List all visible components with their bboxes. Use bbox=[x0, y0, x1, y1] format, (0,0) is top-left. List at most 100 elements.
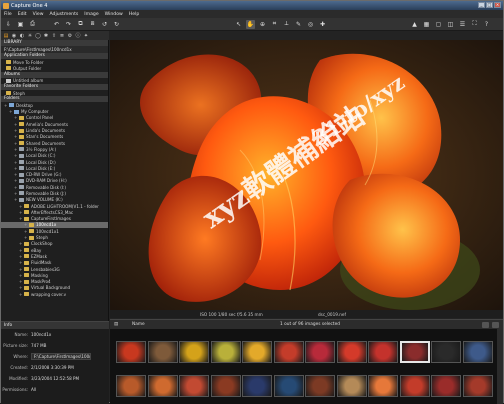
output-tab-icon[interactable]: ⇪ bbox=[51, 33, 57, 39]
pointer-icon[interactable]: ↖ bbox=[234, 20, 243, 29]
expand-icon[interactable]: + bbox=[14, 166, 18, 171]
fullscreen-icon[interactable]: ⛶ bbox=[470, 20, 479, 29]
hand-icon[interactable]: ✋ bbox=[246, 19, 255, 29]
expand-icon[interactable]: + bbox=[19, 254, 23, 259]
expand-icon[interactable]: + bbox=[19, 273, 23, 278]
spot-icon[interactable]: ✚ bbox=[318, 20, 327, 29]
expand-icon[interactable]: + bbox=[24, 235, 28, 240]
info-where-field[interactable]: F:\Capture\FirstImages\100ncd1x bbox=[31, 353, 91, 360]
thumbnail[interactable] bbox=[273, 375, 304, 397]
help-icon[interactable]: ? bbox=[482, 20, 491, 29]
thumbnail[interactable] bbox=[305, 341, 335, 363]
expand-icon[interactable]: + bbox=[4, 103, 8, 108]
thumbnail[interactable] bbox=[336, 375, 367, 397]
thumbnail[interactable] bbox=[179, 341, 209, 363]
menu-adjustments[interactable]: Adjustments bbox=[50, 12, 79, 17]
thumbnail[interactable] bbox=[116, 341, 146, 363]
expand-icon[interactable]: + bbox=[14, 122, 18, 127]
expand-icon[interactable]: + bbox=[14, 185, 18, 190]
expand-icon[interactable]: + bbox=[24, 222, 28, 227]
expand-icon[interactable]: + bbox=[14, 197, 18, 202]
paste-icon[interactable]: ⧈ bbox=[88, 20, 97, 29]
thumbnail[interactable] bbox=[242, 375, 272, 397]
current-path[interactable]: F:\Capture\FirstImages\100ncd1x bbox=[1, 46, 108, 53]
zoom-icon[interactable]: ⊕ bbox=[258, 20, 267, 29]
close-button[interactable]: × bbox=[494, 2, 501, 8]
rotate-left-icon[interactable]: ↶ bbox=[52, 20, 61, 29]
batch-tab-icon[interactable]: ≣ bbox=[59, 33, 65, 39]
thumbnail[interactable] bbox=[399, 341, 430, 363]
thumbnail[interactable] bbox=[368, 375, 398, 397]
save-icon[interactable]: ▣ bbox=[16, 20, 25, 29]
single-view-icon[interactable]: ▢ bbox=[434, 20, 443, 29]
menu-image[interactable]: Image bbox=[84, 12, 98, 17]
thumbnail[interactable] bbox=[399, 375, 430, 397]
expand-icon[interactable]: + bbox=[19, 285, 23, 290]
capture-tab-icon[interactable]: ◉ bbox=[11, 33, 17, 39]
print-icon[interactable]: ⎙ bbox=[28, 20, 37, 29]
thumbnail[interactable] bbox=[116, 375, 146, 397]
thumbnail[interactable] bbox=[242, 341, 272, 363]
rotate-right-icon[interactable]: ↷ bbox=[64, 20, 73, 29]
expand-icon[interactable]: + bbox=[14, 141, 18, 146]
loupe-icon[interactable]: ◎ bbox=[306, 20, 315, 29]
quick-tab-icon[interactable]: ✦ bbox=[83, 33, 89, 39]
thumbnail-size-icon[interactable] bbox=[492, 321, 499, 328]
expand-icon[interactable]: + bbox=[19, 204, 23, 209]
thumbnail[interactable] bbox=[147, 375, 178, 397]
grid-view-icon[interactable]: ▦ bbox=[422, 20, 431, 29]
expand-icon[interactable]: + bbox=[14, 147, 18, 152]
expand-icon[interactable]: + bbox=[19, 279, 23, 284]
straighten-icon[interactable]: ⟂ bbox=[282, 20, 291, 29]
menu-help[interactable]: Help bbox=[129, 12, 139, 17]
exposure-tab-icon[interactable]: ☀ bbox=[27, 33, 33, 39]
thumbnail[interactable] bbox=[431, 341, 461, 363]
expand-icon[interactable]: + bbox=[14, 115, 18, 120]
warning-icon[interactable]: ▲ bbox=[410, 20, 419, 29]
copy-icon[interactable]: ⧉ bbox=[76, 20, 85, 29]
info-header[interactable]: Info bbox=[1, 322, 109, 329]
thumbnail[interactable] bbox=[210, 341, 241, 363]
expand-icon[interactable]: + bbox=[14, 191, 18, 196]
menu-view[interactable]: View bbox=[33, 12, 44, 17]
expand-icon[interactable]: + bbox=[19, 216, 23, 221]
undo-icon[interactable]: ↺ bbox=[100, 20, 109, 29]
thumbnail[interactable] bbox=[462, 375, 493, 397]
thumbnail[interactable] bbox=[462, 341, 493, 363]
compare-view-icon[interactable]: ◫ bbox=[446, 20, 455, 29]
expand-icon[interactable]: + bbox=[14, 134, 18, 139]
sort-icon[interactable]: ▤ bbox=[114, 322, 118, 327]
thumbnail[interactable] bbox=[147, 341, 178, 363]
sort-dropdown[interactable]: Name bbox=[132, 322, 145, 327]
image-viewer[interactable]: xyz軟體補給站 31-to/xyz bbox=[110, 40, 503, 310]
expand-icon[interactable]: + bbox=[19, 267, 23, 272]
expand-icon[interactable]: + bbox=[19, 260, 23, 265]
thumbnail[interactable] bbox=[179, 375, 209, 397]
expand-icon[interactable]: + bbox=[14, 153, 18, 158]
menu-file[interactable]: File bbox=[4, 12, 12, 17]
lens-tab-icon[interactable]: ◯ bbox=[35, 33, 41, 39]
maximize-button[interactable]: □ bbox=[486, 2, 493, 8]
expand-icon[interactable]: + bbox=[9, 109, 13, 114]
thumbnail[interactable] bbox=[305, 375, 335, 397]
expand-icon[interactable]: + bbox=[19, 241, 23, 246]
minimize-button[interactable]: _ bbox=[478, 2, 485, 8]
library-tab-icon[interactable]: ▤ bbox=[3, 33, 9, 39]
browser-scrollbar[interactable] bbox=[497, 329, 503, 404]
thumbnail[interactable] bbox=[273, 341, 304, 363]
import-icon[interactable]: ⇩ bbox=[4, 20, 13, 29]
filter-icon[interactable] bbox=[482, 321, 489, 328]
crop-icon[interactable]: ⌗ bbox=[270, 20, 279, 29]
expand-icon[interactable]: + bbox=[14, 178, 18, 183]
menu-window[interactable]: Window bbox=[105, 12, 123, 17]
thumbnail[interactable] bbox=[431, 375, 461, 397]
expand-icon[interactable]: + bbox=[19, 248, 23, 253]
picker-icon[interactable]: ✎ bbox=[294, 20, 303, 29]
expand-icon[interactable]: + bbox=[24, 229, 28, 234]
browser-view-icon[interactable]: ☰ bbox=[458, 20, 467, 29]
thumbnail[interactable] bbox=[368, 341, 398, 363]
metadata-tab-icon[interactable]: ⓘ bbox=[75, 33, 81, 39]
expand-icon[interactable]: + bbox=[14, 172, 18, 177]
expand-icon[interactable]: + bbox=[14, 128, 18, 133]
adjust-tab-icon[interactable]: ⚙ bbox=[67, 33, 73, 39]
